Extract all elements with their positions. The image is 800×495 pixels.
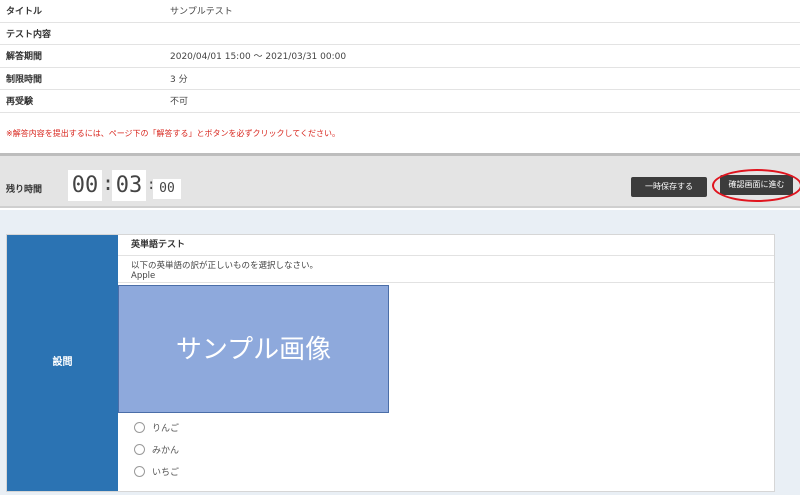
- submit-notice: ※解答内容を提出するには、ページ下の「解答する」とボタンを必ずクリックしてくださ…: [6, 129, 341, 138]
- save-temp-button[interactable]: 一時保存する: [631, 177, 707, 197]
- question-side-header: 設問: [7, 235, 118, 491]
- option-label: いちご: [152, 467, 180, 478]
- option-mikan[interactable]: みかん: [134, 442, 179, 456]
- info-value: 3 分: [170, 74, 188, 85]
- option-apple[interactable]: りんご: [134, 420, 179, 434]
- question-card: 設問 英単語テスト 以下の英単語の訳が正しいものを選択しなさい。 Apple サ…: [6, 234, 775, 492]
- sample-image: サンプル画像: [118, 285, 389, 413]
- option-label: みかん: [152, 445, 180, 456]
- highlight-annotation: [712, 169, 800, 202]
- question-side-label: 設問: [52, 357, 73, 368]
- info-row-title: タイトル サンプルテスト: [0, 0, 800, 23]
- info-label: 制限時間: [6, 74, 43, 85]
- info-value: サンプルテスト: [170, 7, 233, 18]
- info-row-retake: 再受験 不可: [0, 90, 800, 113]
- info-value: 2020/04/01 15:00 ～ 2021/03/31 00:00: [170, 52, 347, 63]
- timer-seconds: 00: [153, 179, 181, 199]
- info-label: タイトル: [6, 7, 43, 18]
- question-area: 設問 英単語テスト 以下の英単語の訳が正しいものを選択しなさい。 Apple サ…: [0, 210, 800, 495]
- timer-minutes: 03: [112, 170, 146, 201]
- instruction-text: 以下の英単語の訳が正しいものを選択しなさい。: [131, 261, 319, 271]
- question-word: Apple: [131, 271, 156, 281]
- remaining-time-label: 残り時間: [6, 185, 43, 195]
- radio-icon[interactable]: [134, 421, 145, 433]
- option-ichigo[interactable]: いちご: [134, 464, 179, 478]
- timer-hours: 00: [68, 170, 102, 201]
- info-value: 不可: [170, 97, 189, 108]
- info-row-content: テスト内容: [0, 23, 800, 45]
- question-instruction: 以下の英単語の訳が正しいものを選択しなさい。 Apple: [118, 257, 774, 283]
- timer-bar: 残り時間 00 : 03 : 00 一時保存する 確認画面に進む: [0, 153, 800, 208]
- radio-icon[interactable]: [134, 465, 145, 477]
- info-label: テスト内容: [6, 29, 52, 40]
- sample-image-text: サンプル画像: [175, 335, 332, 365]
- info-label: 解答期間: [6, 52, 43, 63]
- info-row-period: 解答期間 2020/04/01 15:00 ～ 2021/03/31 00:00: [0, 45, 800, 68]
- test-info-table: タイトル サンプルテスト テスト内容 解答期間 2020/04/01 15:00…: [0, 0, 800, 113]
- info-label: 再受験: [6, 97, 34, 108]
- info-row-time-limit: 制限時間 3 分: [0, 68, 800, 90]
- radio-icon[interactable]: [134, 443, 145, 455]
- option-label: りんご: [152, 423, 180, 434]
- question-title: 英単語テスト: [118, 235, 774, 256]
